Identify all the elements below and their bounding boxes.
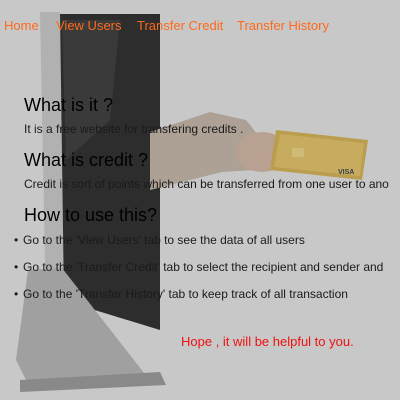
main-content: What is it ? It is a free website for tr… (0, 0, 400, 400)
heading-what-is-it: What is it ? (24, 95, 114, 115)
how-to-list: Go to the 'View Users' tab to see the da… (14, 233, 400, 314)
heading-how-to-use: How to use this? (24, 205, 158, 225)
list-item: Go to the 'Transfer Credit' tab to selec… (14, 260, 400, 287)
heading-what-is-credit: What is credit ? (24, 150, 149, 170)
closing-message: Hope , it will be helpful to you. (181, 334, 354, 349)
text-what-is-it: It is a free website for transfering cre… (24, 122, 244, 136)
list-item: Go to the 'Transfer History' tab to keep… (14, 287, 400, 314)
text-what-is-credit: Credit is sort of points which can be tr… (24, 177, 389, 191)
list-item: Go to the 'View Users' tab to see the da… (14, 233, 400, 260)
